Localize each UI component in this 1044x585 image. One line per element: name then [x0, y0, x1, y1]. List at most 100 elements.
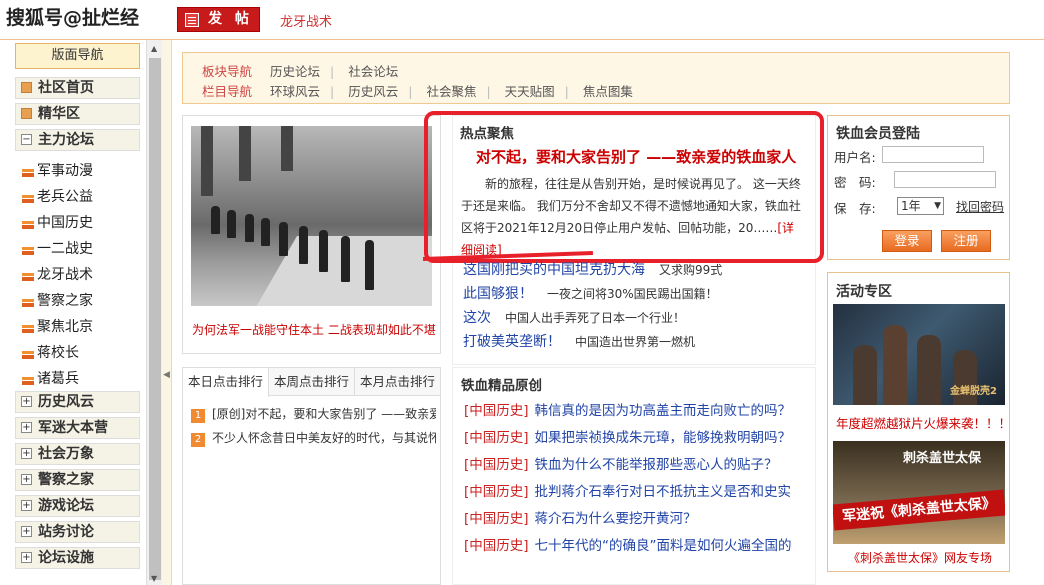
ranking-item[interactable]: 2不少人怀念昔日中美友好的时代，与其说怀念不如说 [191, 429, 436, 447]
tab-weekly[interactable]: 本周点击排行 [269, 368, 355, 396]
featured-link[interactable]: 铁血为什么不能举报那些恶心人的贴子？ [535, 457, 778, 473]
news-list: 这国刚把买的中国坦克扔大海 又求购99式此国够狠！ 一夜之间将30%国民踢出国籍！ 这… [463, 258, 808, 354]
news-item: 这次 中国人出手弄死了日本一个行业！ [463, 306, 808, 330]
news-item: 此国够狠！ 一夜之间将30%国民踢出国籍！ [463, 282, 808, 306]
news-headline[interactable]: 这次 [463, 310, 491, 326]
expand-icon: + [21, 474, 32, 485]
expand-icon: + [21, 500, 32, 511]
news-subline[interactable]: 中国人出手弄死了日本一个行业！ [505, 311, 685, 325]
expand-icon: + [21, 422, 32, 433]
post-icon [185, 13, 199, 27]
sidebar-item[interactable]: + 警察之家 [15, 469, 140, 491]
category-link[interactable]: [中国历史] [464, 538, 529, 554]
column-nav-item[interactable]: 环球风云 [270, 84, 320, 99]
sidebar-item-label: 主力论坛 [38, 132, 94, 148]
column-nav-item[interactable]: 天天贴图 [505, 84, 555, 99]
board-icon [22, 273, 34, 281]
featured-item: [中国历史] 铁血为什么不能举报那些恶心人的贴子？ [464, 452, 814, 479]
orange-square-icon [21, 108, 32, 119]
news-subline[interactable]: 又求购99式 [659, 263, 722, 277]
ranking-item[interactable]: 1[原创]对不起，要和大家告别了 ——致亲爱的铁血家人 [191, 405, 436, 423]
sidebar-item-label: 论坛设施 [38, 550, 94, 566]
featured-link[interactable]: 如果把崇祯换成朱元璋，能够挽救明朝吗？ [535, 430, 792, 446]
sidebar-item[interactable]: 蒋校长 [15, 343, 140, 365]
click-ranking: 本日点击排行 本周点击排行 本月点击排行 1 [原创]对不起，要和大家告别了 ——… [182, 367, 441, 585]
sidebar-item[interactable]: 警察之家 [15, 291, 140, 313]
find-password-link[interactable]: 找回密码 [956, 198, 1004, 215]
column-nav-item[interactable]: 焦点图集 [583, 84, 633, 99]
news-headline[interactable]: 此国够狠！ [463, 286, 533, 302]
column-nav-item[interactable]: 历史风云 [348, 84, 398, 99]
sidebar-item[interactable]: + 历史风云 [15, 391, 140, 413]
scroll-thumb[interactable] [149, 58, 161, 580]
sidebar-item-label: 蒋校长 [37, 345, 79, 361]
featured-link[interactable]: 蒋介石为什么要挖开黄河？ [535, 511, 697, 527]
sidebar-item-label: 中国历史 [37, 215, 93, 231]
login-button[interactable]: 登录 [882, 230, 932, 252]
soldiers-marching-photo[interactable] [191, 126, 432, 306]
featured-item: [中国历史] 七十年代的“的确良”面料是如何火遍全国的 [464, 533, 814, 560]
board-icon [22, 195, 34, 203]
board-icon [22, 377, 34, 385]
username-input[interactable] [882, 146, 984, 163]
news-subline[interactable]: 中国造出世界第一燃机 [575, 335, 695, 349]
sidebar-item[interactable]: 老兵公益 [15, 187, 140, 209]
tab-daily[interactable]: 本日点击排行 [183, 368, 269, 397]
sidebar-item-label: 诸葛兵 [37, 371, 79, 387]
movie-poster-prison-break[interactable]: 金蝉脱壳2 [833, 304, 1005, 405]
category-link[interactable]: [中国历史] [464, 403, 529, 419]
category-link[interactable]: [中国历史] [464, 457, 529, 473]
sidebar-item[interactable]: 一二战史 [15, 239, 140, 261]
sidebar-scrollbar[interactable]: ▲ ▼ [146, 40, 162, 585]
category-link[interactable]: [中国历史] [464, 430, 529, 446]
sidebar-item[interactable]: 聚焦北京 [15, 317, 140, 339]
news-headline[interactable]: 打破美英垄断！ [463, 334, 561, 350]
sub-navigation: 板块导航 历史论坛 | 社会论坛 栏目导航 环球风云 | 历史风云 | 社会聚焦 | 天… [182, 52, 1010, 104]
sidebar-item[interactable]: 精华区 [15, 103, 140, 125]
board-nav-item[interactable]: 历史论坛 [270, 64, 320, 79]
keep-login-select[interactable]: 1年 ▼ [897, 197, 944, 215]
sidebar-item[interactable]: 军事动漫 [15, 161, 140, 183]
collapse-icon: − [21, 134, 32, 145]
chevron-left-icon[interactable]: ◀ [163, 370, 170, 380]
scroll-up-icon[interactable]: ▲ [151, 44, 157, 53]
activity-caption[interactable]: 年度超燃越狱片火爆来袭！！！ [836, 413, 1011, 432]
sidebar-item[interactable]: 龙牙战术 [15, 265, 140, 287]
collapse-splitter[interactable]: ◀ [162, 40, 172, 585]
board-link[interactable]: 龙牙战术 [280, 11, 332, 30]
sidebar-item[interactable]: 诸葛兵 [15, 369, 140, 391]
photo-caption[interactable]: 为何法军一战能守住本土 二战表现却如此不堪 [192, 321, 440, 338]
featured-link[interactable]: 韩信真的是因为功高盖主而走向败亡的吗？ [535, 403, 792, 419]
movie-poster-gestapo[interactable]: 刺杀盖世太保 军迷祝《刺杀盖世太保》 [833, 441, 1005, 544]
activity-title: 活动专区 [836, 284, 892, 300]
sidebar-item-label: 军事动漫 [37, 163, 93, 179]
board-icon [22, 221, 34, 229]
scroll-down-icon[interactable]: ▼ [151, 574, 157, 583]
featured-item: [中国历史] 如果把崇祯换成朱元璋，能够挽救明朝吗？ [464, 425, 814, 452]
activity-caption[interactable]: 《刺杀盖世太保》网友专场 [848, 549, 992, 566]
password-input[interactable] [894, 171, 996, 188]
keep-login-label: 保 存: [834, 201, 876, 216]
column-nav-item[interactable]: 社会聚焦 [426, 84, 476, 99]
sidebar-item[interactable]: − 主力论坛 [15, 129, 140, 151]
sidebar-item[interactable]: + 论坛设施 [15, 547, 140, 569]
featured-link[interactable]: 七十年代的“的确良”面料是如何火遍全国的 [535, 538, 792, 554]
featured-link[interactable]: 批判蒋介石奉行对日不抵抗主义是否和史实 [535, 484, 792, 500]
hot-summary: 新的旅程，往往是从告别开始，是时候说再见了。 这一天终于还是来临。 我们万分不舍… [461, 177, 801, 257]
sidebar-item[interactable]: 社区首页 [15, 77, 140, 99]
news-headline[interactable]: 这国刚把买的中国坦克扔大海 [463, 262, 645, 278]
sidebar-item[interactable]: + 站务讨论 [15, 521, 140, 543]
sidebar-item[interactable]: + 社会万象 [15, 443, 140, 465]
register-button[interactable]: 注册 [941, 230, 991, 252]
sidebar-item[interactable]: + 游戏论坛 [15, 495, 140, 517]
post-button[interactable]: 发 帖 [177, 7, 260, 32]
sidebar-item[interactable]: 中国历史 [15, 213, 140, 235]
hot-headline[interactable]: 对不起，要和大家告别了 ——致亲爱的铁血家人 [476, 146, 796, 167]
sidebar-item[interactable]: + 军迷大本营 [15, 417, 140, 439]
category-link[interactable]: [中国历史] [464, 484, 529, 500]
board-nav-item[interactable]: 社会论坛 [348, 64, 398, 79]
news-subline[interactable]: 一夜之间将30%国民踢出国籍！ [547, 287, 718, 301]
category-link[interactable]: [中国历史] [464, 511, 529, 527]
sidebar-item-label: 社区首页 [38, 80, 94, 96]
tab-monthly[interactable]: 本月点击排行 [355, 368, 441, 396]
